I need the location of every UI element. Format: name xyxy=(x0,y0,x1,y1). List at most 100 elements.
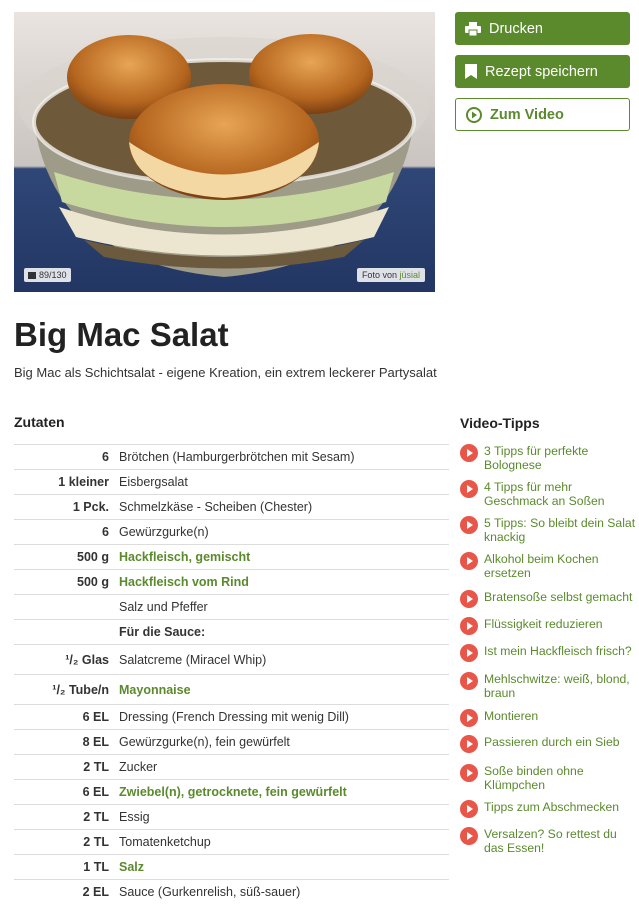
big-mac-salad-image xyxy=(14,12,435,292)
video-tip-label: 4 Tipps für mehr Geschmack an Soßen xyxy=(484,480,605,508)
play-icon xyxy=(460,444,478,462)
ingredient-name: Gewürzgurke(n) xyxy=(119,525,209,539)
video-tip-link[interactable]: Versalzen? So rettest du das Essen! xyxy=(460,827,638,855)
bookmark-icon xyxy=(465,64,477,79)
video-tip-link[interactable]: Bratensoße selbst gemacht xyxy=(460,590,638,608)
ingredient-row: ¹/₂ Tube/n Mayonnaise xyxy=(14,674,449,704)
ingredient-amount: 1 TL xyxy=(83,860,109,874)
ingredient-name: Sauce (Gurkenrelish, süß-sauer) xyxy=(119,885,301,899)
ingredient-row: 1 Pck. Schmelzkäse - Scheiben (Chester) xyxy=(14,494,449,519)
photo-credit: Foto von jüsial xyxy=(356,268,425,282)
ingredient-amount: 6 xyxy=(102,525,109,539)
video-button[interactable]: Zum Video xyxy=(455,98,630,131)
play-icon xyxy=(460,672,478,690)
video-tip-link[interactable]: 5 Tipps: So bleibt dein Salat knackig xyxy=(460,516,638,544)
ingredient-link[interactable]: Hackfleisch, gemischt xyxy=(119,550,449,564)
ingredient-amount: 2 EL xyxy=(82,885,109,899)
ingredient-amount: 1 kleiner xyxy=(58,475,109,489)
video-tip-link[interactable]: Flüssigkeit reduzieren xyxy=(460,617,638,635)
ingredient-amount: 8 EL xyxy=(82,735,109,749)
play-icon xyxy=(460,827,478,845)
ingredient-amount: ¹/₂ Tube/n xyxy=(52,682,109,697)
video-tip-link[interactable]: Passieren durch ein Sieb xyxy=(460,735,638,753)
ingredient-amount: 6 EL xyxy=(82,785,109,799)
ingredients-table: 6 Brötchen (Hamburgerbrötchen mit Sesam) 1… xyxy=(14,444,449,904)
video-tip-label: Flüssigkeit reduzieren xyxy=(484,617,603,631)
ingredient-amount: 500 g xyxy=(77,550,109,564)
video-tip-link[interactable]: Ist mein Hackfleisch frisch? xyxy=(460,644,638,662)
play-icon xyxy=(460,764,478,782)
ingredient-name: Gewürzgurke(n), fein gewürfelt xyxy=(119,735,290,749)
ingredient-amount: 500 g xyxy=(77,575,109,589)
recipe-subtitle: Big Mac als Schichtsalat - eigene Kreati… xyxy=(14,365,437,380)
ingredient-name: Für die Sauce: xyxy=(119,625,206,639)
photo-counter[interactable]: 89/130 xyxy=(24,268,71,282)
ingredient-amount: ¹/₂ Glas xyxy=(65,652,109,667)
printer-icon xyxy=(465,21,481,36)
ingredient-row: 1 TL Salz xyxy=(14,854,449,879)
video-tip-link[interactable]: Soße binden ohne Klümpchen xyxy=(460,764,638,792)
ingredient-link[interactable]: Mayonnaise xyxy=(119,683,449,697)
play-icon xyxy=(460,617,478,635)
ingredient-row: 2 TL Tomatenketchup xyxy=(14,829,449,854)
play-circle-icon xyxy=(466,106,482,123)
video-tip-label: Soße binden ohne Klümpchen xyxy=(484,764,584,792)
video-tip-link[interactable]: 4 Tipps für mehr Geschmack an Soßen xyxy=(460,480,638,508)
ingredient-name: Tomatenketchup xyxy=(119,835,211,849)
video-tip-label: Versalzen? So rettest du das Essen! xyxy=(484,827,617,855)
video-tip-link[interactable]: Tipps zum Abschmecken xyxy=(460,800,638,818)
play-icon xyxy=(460,800,478,818)
ingredient-row: 2 TL Essig xyxy=(14,804,449,829)
recipe-title: Big Mac Salat xyxy=(14,316,229,353)
video-tip-label: Montieren xyxy=(484,709,539,723)
ingredient-name: Eisbergsalat xyxy=(119,475,188,489)
photo-author-link[interactable]: jüsial xyxy=(399,270,420,280)
print-button[interactable]: Drucken xyxy=(455,12,630,45)
ingredient-name: Schmelzkäse - Scheiben (Chester) xyxy=(119,500,313,514)
video-tip-label: Ist mein Hackfleisch frisch? xyxy=(484,644,632,658)
ingredient-row: 500 g Hackfleisch vom Rind xyxy=(14,569,449,594)
video-tip-label: Bratensoße selbst gemacht xyxy=(484,590,633,604)
ingredient-row: 6 Gewürzgurke(n) xyxy=(14,519,449,544)
play-icon xyxy=(460,735,478,753)
play-icon xyxy=(460,644,478,662)
ingredient-name: Salatcreme (Miracel Whip) xyxy=(119,652,267,667)
recipe-photo[interactable]: 89/130 Foto von jüsial xyxy=(14,12,435,292)
ingredient-row: 2 EL Sauce (Gurkenrelish, süß-sauer) xyxy=(14,879,449,904)
play-icon xyxy=(460,709,478,727)
ingredient-row: ¹/₂ Glas Salatcreme (Miracel Whip) xyxy=(14,644,449,674)
ingredient-amount: 1 Pck. xyxy=(72,500,109,514)
ingredient-row: 2 TL Zucker xyxy=(14,754,449,779)
video-tip-label: Mehlschwitze: weiß, blond, braun xyxy=(484,672,630,700)
ingredient-link[interactable]: Hackfleisch vom Rind xyxy=(119,575,449,589)
video-tip-label: Passieren durch ein Sieb xyxy=(484,735,620,749)
play-icon xyxy=(460,516,478,534)
ingredient-amount: 2 TL xyxy=(83,810,109,824)
ingredient-link[interactable]: Zwiebel(n), getrocknete, fein gewürfelt xyxy=(119,785,449,799)
ingredient-link[interactable]: Salz xyxy=(119,860,449,874)
ingredient-name: Brötchen (Hamburgerbrötchen mit Sesam) xyxy=(119,450,355,464)
ingredient-amount: 6 EL xyxy=(82,710,109,724)
ingredient-row: 500 g Hackfleisch, gemischt xyxy=(14,544,449,569)
video-tip-label: 5 Tipps: So bleibt dein Salat knackig xyxy=(484,516,636,544)
ingredient-amount: 2 TL xyxy=(83,760,109,774)
save-recipe-button[interactable]: Rezept speichern xyxy=(455,55,630,88)
video-tip-link[interactable]: 3 Tipps für perfekte Bolognese xyxy=(460,444,638,472)
video-tip-link[interactable]: Montieren xyxy=(460,709,638,727)
ingredient-name: Salz und Pfeffer xyxy=(119,600,208,614)
ingredient-row: 1 kleiner Eisbergsalat xyxy=(14,469,449,494)
play-icon xyxy=(460,552,478,570)
video-tip-link[interactable]: Alkohol beim Kochen ersetzen xyxy=(460,552,638,580)
play-icon xyxy=(460,590,478,608)
ingredient-name: Dressing (French Dressing mit wenig Dill… xyxy=(119,710,349,724)
ingredient-row: 8 EL Gewürzgurke(n), fein gewürfelt xyxy=(14,729,449,754)
video-tip-link[interactable]: Mehlschwitze: weiß, blond, braun xyxy=(460,672,638,700)
ingredient-name: Zucker xyxy=(119,760,158,774)
ingredients-heading: Zutaten xyxy=(14,414,65,430)
gallery-icon xyxy=(28,272,36,279)
ingredient-amount: 2 TL xyxy=(83,835,109,849)
ingredient-row: 6 EL Dressing (French Dressing mit wenig … xyxy=(14,704,449,729)
video-tip-label: 3 Tipps für perfekte Bolognese xyxy=(484,444,589,472)
ingredient-row: 6 EL Zwiebel(n), getrocknete, fein gewürf… xyxy=(14,779,449,804)
ingredient-name: Essig xyxy=(119,810,150,824)
